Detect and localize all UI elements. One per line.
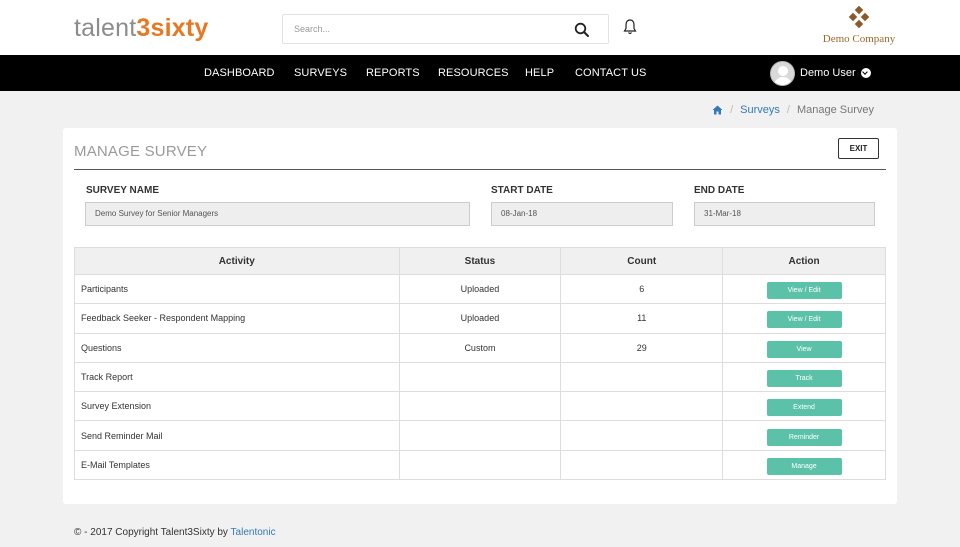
action-cell: View / Edit [722, 273, 886, 305]
footer-talentonic-link[interactable]: Talentonic [231, 527, 276, 538]
breadcrumb-current: Manage Survey [796, 104, 874, 116]
status-cell [398, 361, 562, 393]
end-date-label: END DATE [694, 185, 745, 196]
nav-item-resources[interactable]: RESOURCES [438, 67, 509, 79]
start-date-field: 08-Jan-18 [491, 202, 673, 226]
column-header-count: Count [560, 247, 724, 275]
table-row: Feedback Seeker - Respondent Mapping Upl… [74, 303, 886, 334]
view-edit-participants-button[interactable]: View / Edit [766, 282, 842, 300]
chevron-down-icon [860, 68, 871, 78]
table-row: Participants Uploaded 6 View / Edit [74, 273, 886, 305]
view-edit-mapping-button[interactable]: View / Edit [766, 311, 842, 329]
activity-cell: Questions [74, 332, 400, 363]
app-logo[interactable]: talent3sixty [74, 14, 208, 43]
breadcrumb-separator: / [730, 104, 734, 116]
home-icon[interactable] [712, 105, 723, 115]
exit-button[interactable]: EXIT [838, 138, 879, 159]
status-cell: Custom [398, 332, 562, 363]
table-row: Track Report Track [74, 361, 886, 393]
search-icon[interactable] [574, 22, 590, 38]
action-cell: Reminder [722, 420, 886, 451]
count-cell [560, 449, 724, 481]
column-header-activity: Activity [74, 247, 400, 275]
status-cell [398, 449, 562, 481]
extend-survey-button[interactable]: Extend [766, 399, 842, 417]
activity-cell: E-Mail Templates [74, 449, 400, 481]
manage-templates-button[interactable]: Manage [766, 457, 842, 475]
action-cell: Extend [722, 391, 886, 422]
search-bar [282, 14, 609, 44]
table-row: Questions Custom 29 View [74, 332, 886, 363]
nav-item-contact-us[interactable]: CONTACT US [575, 67, 647, 79]
count-cell [560, 420, 724, 451]
survey-name-field: Demo Survey for Senior Managers [85, 202, 470, 226]
logo-text-3sixty: 3sixty [136, 14, 209, 42]
company-brand: Demo Company [810, 6, 908, 45]
survey-name-label: SURVEY NAME [86, 185, 159, 196]
logo-text-talent: talent [74, 14, 137, 42]
column-header-status: Status [398, 247, 562, 275]
action-cell: View / Edit [722, 303, 886, 334]
company-name: Demo Company [822, 33, 896, 45]
activity-cell: Send Reminder Mail [74, 420, 400, 451]
user-avatar-icon [770, 60, 795, 86]
count-cell: 11 [560, 303, 724, 334]
user-name: Demo User [800, 67, 856, 79]
table-row: E-Mail Templates Manage [74, 449, 886, 481]
status-cell: Uploaded [398, 303, 562, 334]
nav-item-help[interactable]: HELP [525, 67, 554, 79]
breadcrumb-surveys-link[interactable]: Surveys [740, 104, 780, 116]
count-cell [560, 361, 724, 393]
start-date-label: START DATE [491, 185, 553, 196]
status-cell: Uploaded [398, 273, 562, 305]
table-row: Survey Extension Extend [74, 391, 886, 422]
activity-cell: Participants [74, 273, 400, 305]
footer: © - 2017 Copyright Talent3Sixty by Talen… [74, 527, 276, 538]
user-menu[interactable]: Demo User [770, 60, 871, 86]
manage-survey-panel: MANAGE SURVEY EXIT SURVEY NAME Demo Surv… [63, 128, 897, 504]
page-title: MANAGE SURVEY [74, 143, 208, 160]
action-cell: Track [722, 361, 886, 393]
main-nav: DASHBOARD SURVEYS REPORTS RESOURCES HELP… [0, 55, 960, 91]
activity-cell: Track Report [74, 361, 400, 393]
nav-item-reports[interactable]: REPORTS [366, 67, 420, 79]
count-cell: 6 [560, 273, 724, 305]
breadcrumb-separator: / [786, 104, 790, 116]
status-cell [398, 420, 562, 451]
nav-item-surveys[interactable]: SURVEYS [294, 67, 347, 79]
activity-cell: Feedback Seeker - Respondent Mapping [74, 303, 400, 334]
end-date-field: 31-Mar-18 [694, 202, 875, 226]
title-divider [74, 169, 886, 170]
status-cell [398, 391, 562, 422]
footer-copyright: © - 2017 Copyright Talent3Sixty by [74, 527, 228, 538]
count-cell: 29 [560, 332, 724, 363]
track-report-button[interactable]: Track [766, 370, 842, 388]
action-cell: View [722, 332, 886, 363]
view-questions-button[interactable]: View [766, 340, 842, 358]
breadcrumb: / Surveys / Manage Survey [712, 104, 874, 116]
table-row: Send Reminder Mail Reminder [74, 420, 886, 451]
send-reminder-button[interactable]: Reminder [766, 428, 842, 446]
top-header: talent3sixty Demo Company [0, 0, 960, 55]
activity-cell: Survey Extension [74, 391, 400, 422]
nav-item-dashboard[interactable]: DASHBOARD [204, 67, 275, 79]
count-cell [560, 391, 724, 422]
action-cell: Manage [722, 449, 886, 481]
search-input[interactable] [283, 15, 563, 43]
bell-icon[interactable] [622, 18, 638, 36]
column-header-action: Action [722, 247, 886, 275]
company-logo-icon [848, 6, 870, 29]
table-header-row: Activity Status Count Action [74, 247, 886, 275]
activity-table: Activity Status Count Action Participant… [74, 247, 886, 481]
